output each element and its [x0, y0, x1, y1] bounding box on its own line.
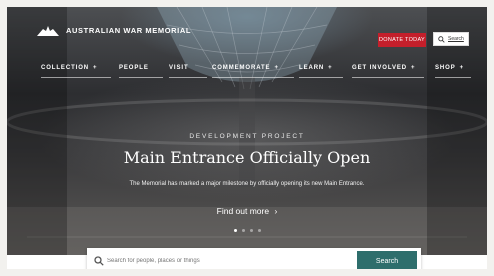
nav-item-commemorate[interactable]: COMMEMORATE + [212, 65, 279, 71]
find-out-more-link[interactable]: Find out more › [7, 206, 487, 216]
nav-underline [352, 77, 424, 78]
search-input[interactable] [107, 258, 357, 264]
plus-icon: + [274, 65, 279, 71]
nav-underline [435, 77, 471, 78]
nav-item-visit[interactable]: VISIT [169, 65, 189, 71]
donate-button[interactable]: DONATE TODAY [378, 33, 426, 47]
main-navigation: COLLECTION + PEOPLE VISIT COMMEMORATE + LE… [7, 65, 487, 79]
nav-underline [169, 77, 207, 78]
nav-label: SHOP [435, 65, 456, 71]
plus-icon: + [328, 65, 333, 71]
header-search-button[interactable]: Search [433, 32, 469, 46]
plus-icon: + [459, 65, 465, 71]
header-search-label: Search [448, 36, 464, 42]
search-icon [94, 256, 104, 266]
carousel-dot[interactable] [249, 229, 253, 232]
search-button[interactable]: Search [357, 251, 417, 269]
site-search-bar: Search [87, 248, 421, 269]
cta-label: Find out more [216, 206, 270, 216]
nav-label: PEOPLE [119, 65, 149, 71]
plus-icon: + [411, 65, 416, 71]
carousel-dot[interactable] [233, 229, 237, 232]
nav-item-learn[interactable]: LEARN + [299, 65, 333, 71]
nav-item-shop[interactable]: SHOP + [435, 65, 464, 71]
nav-item-collection[interactable]: COLLECTION + [41, 65, 97, 71]
nav-underline [212, 77, 294, 78]
nav-underline [119, 77, 163, 78]
plus-icon: + [93, 65, 98, 71]
nav-label: GET INVOLVED [352, 65, 408, 71]
chevron-right-icon: › [274, 206, 278, 216]
nav-label: COMMEMORATE [212, 65, 271, 71]
carousel-dots [7, 229, 487, 232]
hero-headline: Main Entrance Officially Open [123, 148, 371, 167]
hero-description: The Memorial has marked a major mileston… [129, 181, 365, 187]
site-logo[interactable]: AUSTRALIAN WAR MEMORIAL [37, 24, 191, 36]
nav-label: VISIT [169, 65, 189, 71]
nav-label: LEARN [299, 65, 325, 71]
nav-item-get-involved[interactable]: GET INVOLVED + [352, 65, 415, 71]
nav-item-people[interactable]: PEOPLE [119, 65, 149, 71]
nav-label: COLLECTION [41, 65, 89, 71]
hero-banner: AUSTRALIAN WAR MEMORIAL DONATE TODAY Sea… [7, 7, 487, 255]
hero-eyebrow: DEVELOPMENT PROJECT [189, 133, 305, 140]
page-frame: AUSTRALIAN WAR MEMORIAL DONATE TODAY Sea… [7, 7, 487, 269]
carousel-dot[interactable] [257, 229, 261, 232]
search-icon [438, 35, 445, 43]
memorial-logo-icon [37, 26, 59, 36]
nav-underline [41, 77, 111, 78]
site-name: AUSTRALIAN WAR MEMORIAL [66, 25, 192, 35]
nav-underline [299, 77, 343, 78]
carousel-dot[interactable] [241, 229, 245, 232]
